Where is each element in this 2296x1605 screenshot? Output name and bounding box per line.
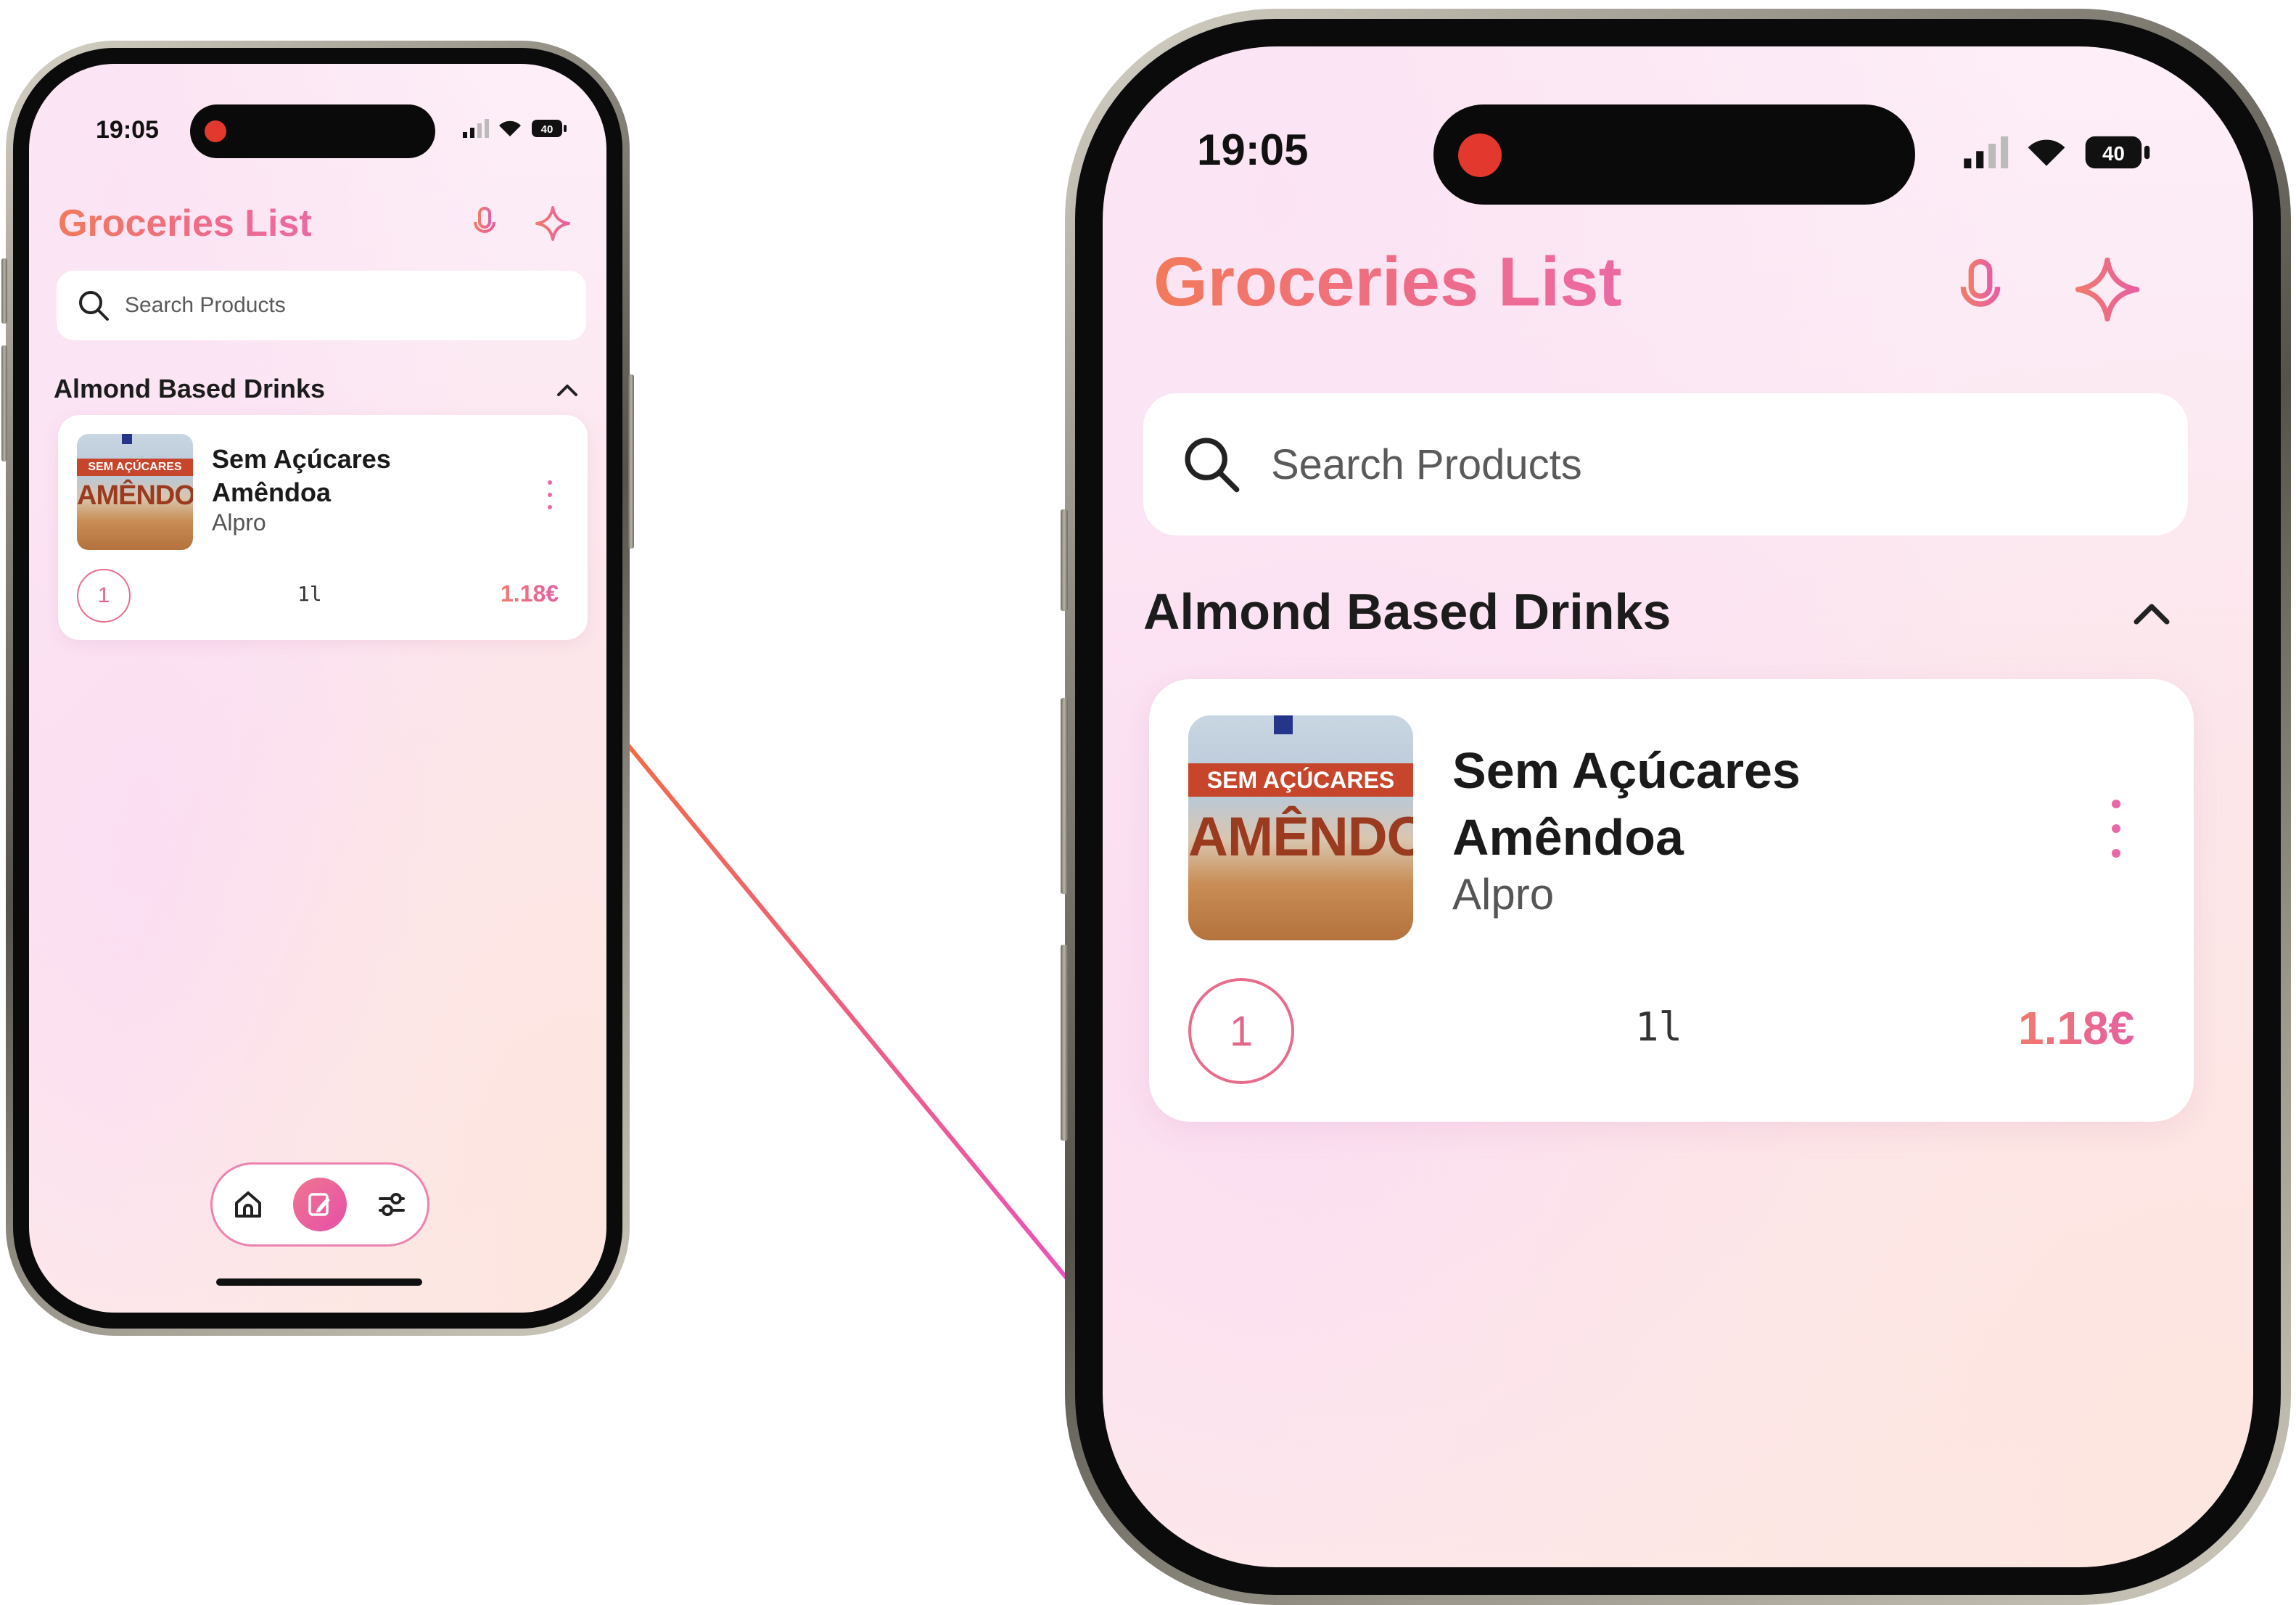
quantity-badge[interactable]: 1 [77,569,131,623]
product-name-line1: Sem Açúcares [212,444,391,474]
screen: 19:05 40 Groceries List Search Products … [1103,46,2253,1567]
status-time: 19:05 [1197,126,1309,174]
battery-icon: 40 [2085,136,2150,169]
product-unit: 1l [1635,1004,1683,1050]
microphone-icon [1960,259,2001,316]
more-options-button[interactable] [2105,800,2127,858]
ai-sparkle-button[interactable] [530,200,576,247]
battery-icon: 40 [532,120,567,137]
product-name: Sem Açúcares Amêndoa [212,443,391,509]
search-input[interactable]: Search Products [1271,440,1582,489]
ai-sparkle-button[interactable] [2067,250,2147,329]
category-header[interactable]: Almond Based Drinks [1143,572,2188,652]
camera-indicator [1458,134,1502,177]
quantity-badge[interactable]: 1 [1188,978,1294,1084]
signal-icon [1964,136,2009,168]
status-time: 19:05 [96,116,159,144]
product-image: SEM AÇÚCARES AMÊNDOA [77,434,193,550]
product-card[interactable]: SEM AÇÚCARES AMÊNDOA Sem Açúcares Amêndo… [58,415,588,640]
wifi-icon [2028,139,2065,166]
product-unit: 1l [297,582,322,606]
category-header[interactable]: Almond Based Drinks [54,369,588,409]
edit-list-icon [308,1193,330,1216]
nav-home[interactable] [223,1179,273,1230]
battery-level: 40 [541,123,554,136]
product-image-cap [122,434,132,444]
more-options-button[interactable] [543,480,557,509]
search-icon [1185,438,1240,493]
product-image-band: SEM AÇÚCARES [1188,763,1413,797]
side-button [1,258,7,324]
search-bar[interactable]: Search Products [57,271,586,340]
chevron-up-icon[interactable] [554,380,580,398]
page-title: Groceries List [1153,243,1622,321]
product-image-band: SEM AÇÚCARES [77,459,193,476]
side-button [1061,509,1068,611]
status-icons: 40 [461,119,567,138]
product-image-title: AMÊNDOA [77,480,193,511]
microphone-icon [474,207,495,238]
home-indicator [216,1278,422,1286]
nav-settings[interactable] [366,1179,417,1230]
page-title: Groceries List [58,202,312,245]
status-icons: 40 [1960,135,2152,170]
bottom-nav [210,1162,429,1247]
category-label: Almond Based Drinks [54,374,326,403]
side-button [1061,945,1068,1141]
connector-bottom [622,739,1116,1337]
chevron-up-icon[interactable] [2128,596,2175,627]
phone-large: 19:05 40 Groceries List Search Products … [1061,9,2291,1605]
product-image: SEM AÇÚCARES AMÊNDOA [1188,715,1413,940]
dynamic-island [190,104,435,158]
side-button [628,374,634,549]
search-input[interactable]: Search Products [125,293,286,318]
screen: 19:05 40 Groceries List Search Products … [29,64,606,1313]
search-bar[interactable]: Search Products [1143,393,2188,535]
microphone-button[interactable] [1944,250,2017,329]
product-name-line2: Amêndoa [212,477,332,507]
home-icon [234,1191,261,1218]
battery-level: 40 [2102,142,2125,165]
wifi-icon [499,120,521,136]
phone-small: 19:05 40 Groceries List Search Products … [1,41,634,1336]
product-brand: Alpro [1452,870,1555,919]
sparkle-icon [2075,257,2140,322]
search-icon [79,291,109,321]
product-image-title: AMÊNDOA [1188,806,1413,868]
sliders-icon [379,1193,406,1216]
side-button [1,345,7,461]
side-button [1061,698,1068,894]
microphone-button[interactable] [464,202,505,245]
product-name-line2: Amêndoa [1452,809,1684,866]
signal-icon [463,119,489,138]
product-brand: Alpro [212,509,266,535]
product-name: Sem Açúcares Amêndoa [1452,737,1801,871]
product-name-line1: Sem Açúcares [1452,742,1801,799]
product-price: 1.18€ [501,580,559,607]
nav-list[interactable] [292,1178,347,1231]
product-price: 1.18€ [2018,1002,2135,1054]
camera-indicator [205,120,226,142]
sparkle-icon [535,206,570,241]
category-label: Almond Based Drinks [1143,583,1671,640]
dynamic-island [1433,104,1915,205]
product-image-cap [1274,715,1293,734]
product-card[interactable]: SEM AÇÚCARES AMÊNDOA Sem Açúcares Amêndo… [1149,679,2194,1122]
